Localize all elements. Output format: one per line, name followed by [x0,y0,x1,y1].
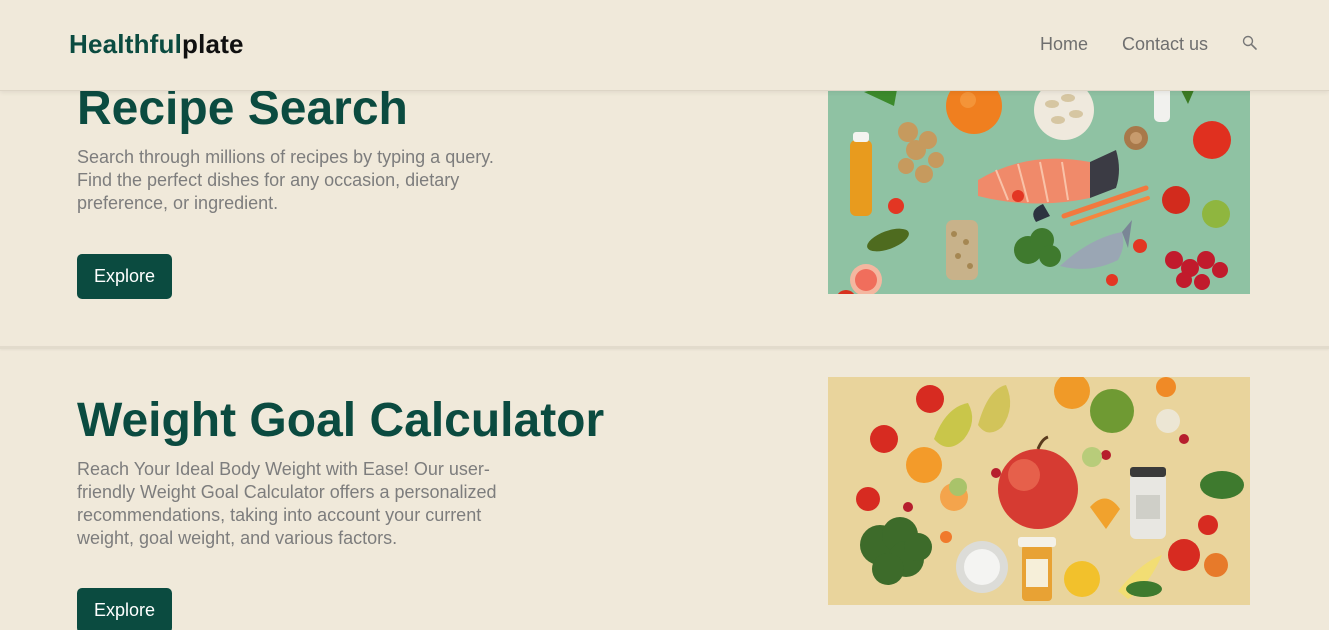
brand-name-part2: plate [182,29,244,59]
brand-name-part1: Healthful [69,29,183,59]
weight-goal-title: Weight Goal Calculator [77,394,605,447]
recipe-search-title: Recipe Search [77,82,408,135]
site-header: Healthfulplate Home Contact us [0,0,1329,91]
search-icon[interactable] [1241,34,1259,52]
recipe-search-explore-button[interactable]: Explore [77,254,172,299]
weight-goal-image [828,377,1250,605]
recipe-search-image [828,70,1250,294]
brand-logo[interactable]: Healthfulplate [69,29,244,60]
weight-goal-section: Weight Goal Calculator Reach Your Ideal … [0,349,1329,630]
weight-goal-explore-button[interactable]: Explore [77,588,172,630]
nav-link-contact[interactable]: Contact us [1122,34,1208,55]
weight-goal-description: Reach Your Ideal Body Weight with Ease! … [77,459,497,548]
recipe-search-description: Search through millions of recipes by ty… [77,147,494,213]
nav-link-home[interactable]: Home [1040,34,1088,55]
